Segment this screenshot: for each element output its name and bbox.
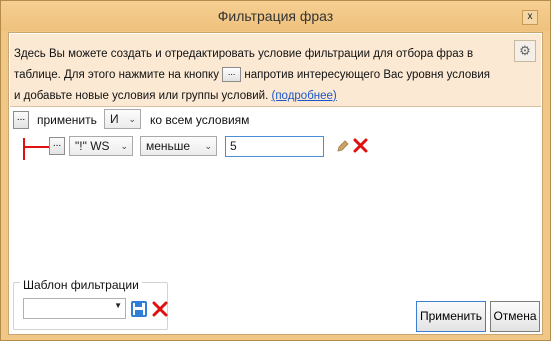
value-input[interactable]: 5	[225, 136, 324, 157]
operator-value: И	[110, 112, 119, 126]
inline-menu-button-sample: ...	[222, 67, 242, 83]
chevron-down-icon: ⌄	[204, 141, 212, 151]
operator-select[interactable]: И ⌄	[104, 109, 141, 129]
dialog-content: Здесь Вы можете создать и отредактироват…	[8, 32, 543, 335]
chevron-down-icon: ⌄	[120, 141, 128, 151]
field-select[interactable]: "!" WS ⌄	[69, 136, 133, 156]
settings-button[interactable]: ⚙	[514, 40, 536, 62]
delete-condition-icon[interactable]	[353, 138, 368, 153]
apply-label: применить	[37, 113, 97, 127]
title-bar[interactable]: Фильтрация фраз x	[1, 1, 550, 31]
info-text: Здесь Вы можете создать и отредактироват…	[14, 44, 494, 107]
apply-button[interactable]: Применить	[416, 301, 486, 332]
floppy-disk-icon[interactable]	[131, 301, 147, 317]
chevron-down-icon: ⌄	[128, 114, 136, 124]
comparison-value: меньше	[146, 139, 191, 153]
tree-connector-vertical	[23, 138, 25, 160]
all-conditions-label: ко всем условиям	[150, 113, 250, 127]
template-select[interactable]: ▼	[23, 298, 126, 319]
pencil-icon[interactable]	[337, 140, 349, 152]
caret-down-icon: ▼	[114, 301, 122, 310]
delete-template-icon[interactable]	[152, 301, 168, 317]
root-menu-button[interactable]: ...	[13, 111, 29, 129]
window-title: Фильтрация фраз	[217, 8, 334, 24]
info-panel: Здесь Вы можете создать и отредактироват…	[10, 34, 541, 107]
more-info-link[interactable]: (подробнее)	[272, 90, 337, 102]
condition-menu-button[interactable]: ...	[49, 137, 65, 155]
field-value: "!" WS	[75, 139, 110, 153]
comparison-select[interactable]: меньше ⌄	[140, 136, 217, 156]
gear-icon: ⚙	[519, 43, 531, 58]
filter-dialog: Фильтрация фраз x Здесь Вы можете создат…	[0, 0, 551, 341]
template-caption: Шаблон фильтрации	[20, 278, 142, 292]
close-button[interactable]: x	[522, 10, 538, 25]
tree-connector-horizontal	[23, 146, 49, 148]
cancel-button[interactable]: Отмена	[490, 301, 540, 332]
